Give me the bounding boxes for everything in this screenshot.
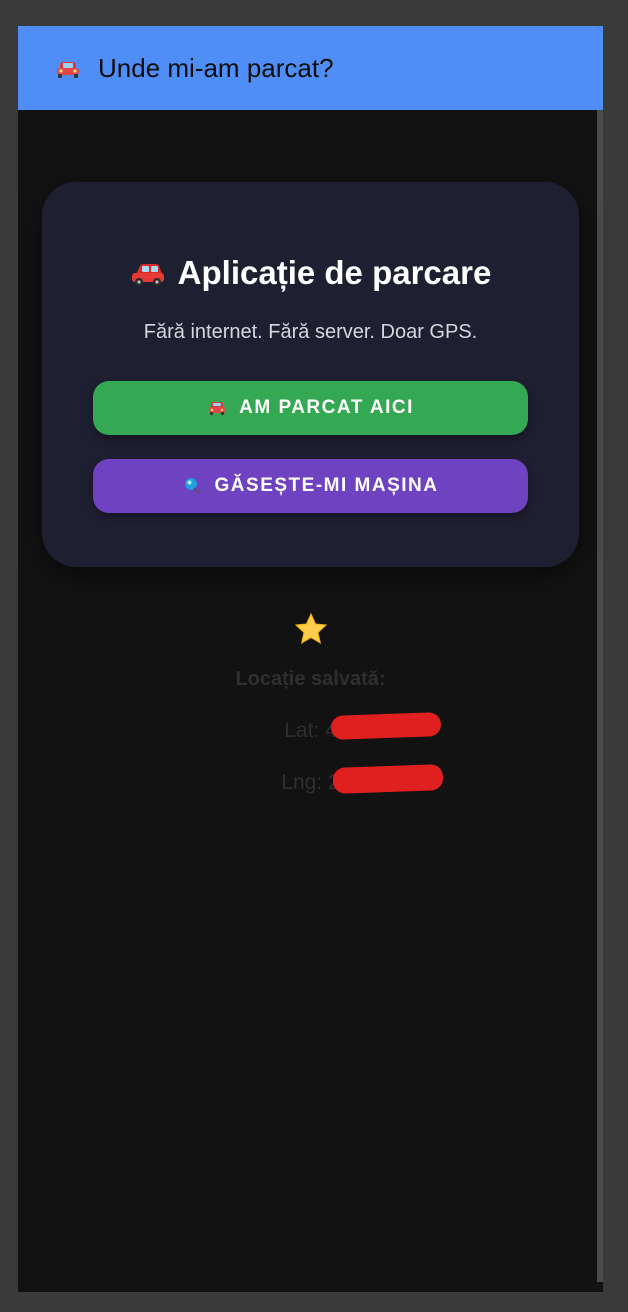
- title-bar[interactable]: Unde mi-am parcat?: [18, 26, 603, 110]
- longitude-value: Lng: 2: [281, 764, 444, 795]
- red-car-icon: [131, 264, 164, 286]
- window-title: Unde mi-am parcat?: [98, 52, 334, 83]
- find-my-car-button-label: GĂSEȘTE-MI MAȘINA: [214, 475, 439, 496]
- car-icon: [209, 402, 226, 415]
- app-window: Unde mi-am parcat? Aplicație de parcare …: [18, 26, 603, 1292]
- saved-location: Locație salvată: Lat: 4 Lng: 2: [18, 612, 603, 795]
- magnifier-icon: [184, 478, 200, 494]
- longitude-redaction: [332, 764, 444, 794]
- latitude-redaction: [330, 712, 442, 740]
- card-title: Aplicație de parcare: [42, 254, 579, 292]
- star-icon: [294, 612, 327, 645]
- card-title-text: Aplicație de parcare: [177, 254, 492, 291]
- card-subtitle: Fără internet. Fără server. Doar GPS.: [143, 321, 478, 343]
- car-icon: [57, 62, 79, 78]
- park-here-button[interactable]: AM PARCAT AICI: [93, 381, 528, 435]
- latitude-value: Lat: 4: [284, 712, 442, 743]
- park-here-button-label: AM PARCAT AICI: [239, 397, 414, 418]
- find-my-car-button[interactable]: GĂSEȘTE-MI MAȘINA: [93, 459, 528, 513]
- saved-location-label: Locație salvată:: [235, 668, 386, 690]
- main-card: Aplicație de parcare Fără internet. Fără…: [42, 182, 579, 567]
